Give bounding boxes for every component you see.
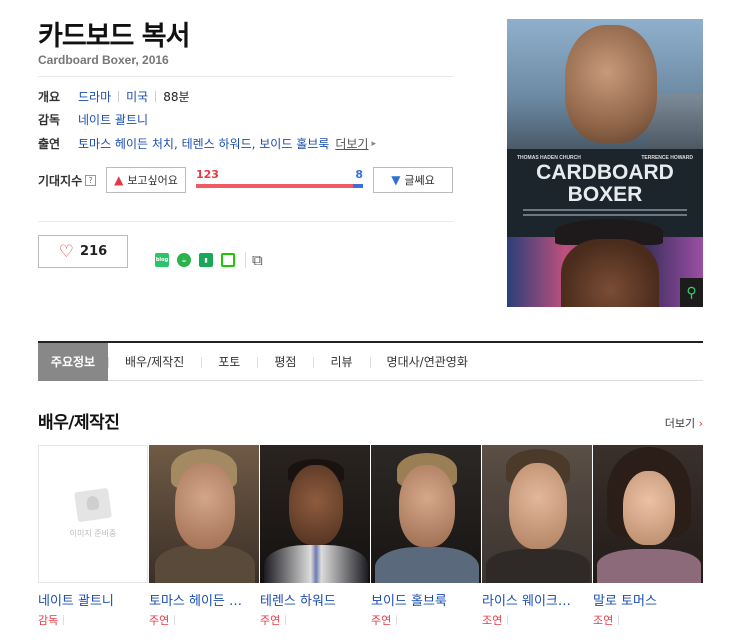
cast-name[interactable]: 보이드 홀브룩 (371, 590, 475, 609)
expectation-label: 기대지수 (38, 173, 83, 188)
cast-name[interactable]: 라이스 웨이크… (482, 590, 586, 609)
cast-card[interactable]: 라이스 웨이크… 조연 (482, 445, 593, 628)
cast-card[interactable]: 보이드 홀브룩 주연 (371, 445, 482, 628)
help-icon[interactable]: ? (85, 174, 97, 186)
person-placeholder-icon (74, 487, 112, 522)
cast-name[interactable]: 토마스 헤이든 … (149, 590, 253, 609)
poster-face (565, 25, 657, 143)
cafe-share-icon[interactable]: ☕ (177, 253, 191, 267)
cast-role: 주연 (260, 612, 371, 628)
cast-card[interactable]: 이미지 준비중 네이트 괄트니 감독 (38, 445, 149, 628)
caret-right-icon: ▸ (371, 138, 376, 149)
poster-face (561, 239, 659, 307)
want-count: 123 (196, 168, 219, 181)
tab-quotes[interactable]: 명대사/연관영화 (369, 343, 485, 381)
like-button[interactable]: ♡ 216 (38, 235, 128, 268)
cast-row: 출연 토마스 헤이든 처치, 테렌스 하워드, 보이드 홀브룩 더보기 ▸ (38, 135, 376, 152)
cast-photo[interactable] (149, 445, 259, 583)
want-to-see-button[interactable]: ▲ 보고싶어요 (106, 167, 186, 193)
heart-icon: ♡ (58, 241, 75, 262)
cast-name[interactable]: 네이트 괄트니 (38, 590, 142, 609)
movie-poster[interactable]: THOMAS HADEN CHURCH TERRENCE HOWARD CARD… (507, 19, 703, 307)
tab-bar: 주요정보 배우/제작진 포토 평점 리뷰 명대사/연관영화 (38, 341, 703, 381)
cast-links[interactable]: 토마스 헤이든 처치, 테렌스 하워드, 보이드 홀브룩 (78, 135, 329, 152)
thumbs-down-icon: ▼ (391, 173, 401, 187)
dislike-count: 8 (355, 168, 363, 181)
separator (245, 252, 246, 268)
cast-section-more[interactable]: 더보기 › (665, 415, 703, 431)
share-icon[interactable]: ⧉ (252, 251, 263, 269)
thumbs-up-icon: ▲ (114, 173, 124, 187)
cast-section-title: 배우/제작진 (38, 413, 120, 433)
cast-name[interactable]: 테렌스 하워드 (260, 590, 364, 609)
cast-card[interactable]: 토마스 헤이든 … 주연 (149, 445, 260, 628)
bookmark-share-icon[interactable]: ▮ (199, 253, 213, 267)
director-row: 감독 네이트 괄트니 (38, 111, 148, 128)
tab-main-info[interactable]: 주요정보 (38, 342, 108, 381)
cast-list: 이미지 준비중 네이트 괄트니 감독 토마스 헤이든 … 주연 테렌스 하워드 … (38, 445, 704, 628)
tab-rating[interactable]: 평점 (257, 343, 313, 381)
zoom-icon[interactable]: ⚲ (680, 278, 703, 307)
poster-title-line2: BOXER (567, 183, 643, 206)
genre-link[interactable]: 드라마 (78, 88, 111, 105)
tab-cast[interactable]: 배우/제작진 (108, 343, 201, 381)
separator (118, 91, 120, 102)
cast-role: 주연 (149, 612, 260, 628)
no-image-placeholder: 이미지 준비중 (38, 445, 148, 583)
expectation-bar: 123 8 (196, 168, 363, 189)
cast-photo[interactable] (593, 445, 703, 583)
tab-review[interactable]: 리뷰 (313, 343, 369, 381)
bar-track (196, 184, 363, 188)
memo-share-icon[interactable] (221, 253, 235, 267)
director-label: 감독 (38, 113, 61, 127)
cast-role: 조연 (482, 612, 593, 628)
country-link[interactable]: 미국 (126, 88, 148, 105)
chevron-right-icon: › (695, 417, 703, 430)
no-image-text: 이미지 준비중 (69, 528, 117, 538)
cast-card[interactable]: 테렌스 하워드 주연 (260, 445, 371, 628)
director-link[interactable]: 네이트 괄트니 (78, 111, 148, 128)
movie-subtitle: Cardboard Boxer, 2016 (38, 53, 169, 67)
bar-fill (196, 184, 353, 188)
not-sure-button[interactable]: ▼ 글쎄요 (373, 167, 453, 193)
runtime: 88분 (163, 90, 190, 104)
more-label: 더보기 (664, 417, 696, 430)
blog-share-icon[interactable]: blog (155, 253, 169, 267)
separator (155, 91, 157, 102)
cast-name[interactable]: 말로 토머스 (593, 590, 697, 609)
expectation-label-wrap: 기대지수 ? (38, 166, 97, 194)
cast-photo[interactable] (260, 445, 370, 583)
cast-more-link[interactable]: 더보기 (335, 135, 368, 152)
poster-title-line1: CARDBOARD (536, 161, 674, 184)
cast-role: 주연 (371, 612, 482, 628)
cast-role: 조연 (593, 612, 704, 628)
like-count: 216 (80, 244, 108, 259)
cast-photo[interactable] (482, 445, 592, 583)
cast-label: 출연 (38, 137, 61, 151)
overview-row: 개요 드라마 미국 88분 (38, 88, 190, 105)
divider (38, 76, 453, 77)
divider (38, 221, 453, 222)
want-label: 보고싶어요 (127, 174, 178, 187)
cast-photo[interactable] (371, 445, 481, 583)
share-icons: blog ☕ ▮ ⧉ (155, 251, 263, 269)
movie-title: 카드보드 복서 (38, 21, 190, 52)
cast-card[interactable]: 말로 토머스 조연 (593, 445, 704, 628)
cast-role: 감독 (38, 612, 149, 628)
overview-label: 개요 (38, 90, 61, 104)
dislike-label: 글쎄요 (404, 174, 435, 187)
tab-photo[interactable]: 포토 (201, 343, 257, 381)
